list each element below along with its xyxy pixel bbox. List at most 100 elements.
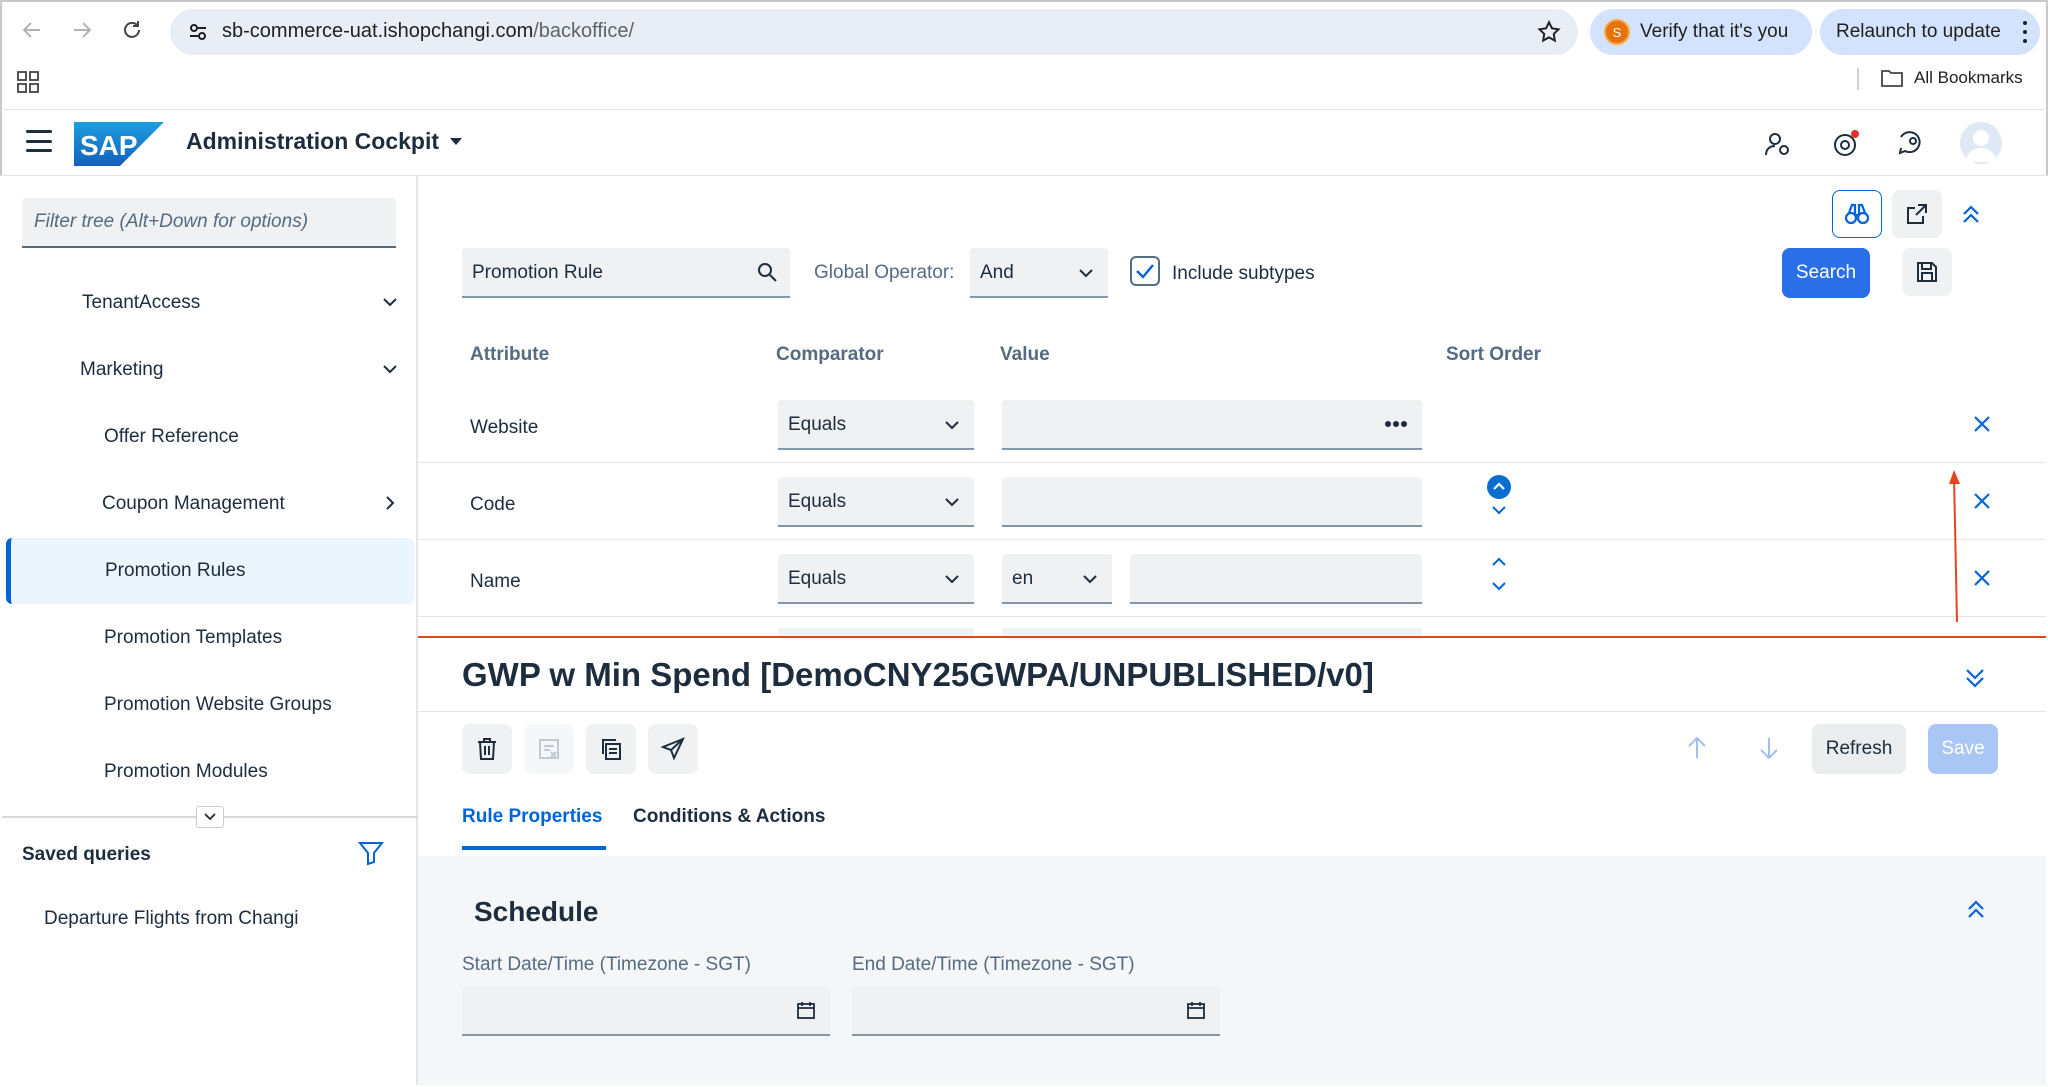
binoculars-icon: [1844, 203, 1870, 225]
save-disk-icon: [1917, 262, 1937, 282]
bookmark-star-icon[interactable]: [1536, 19, 1562, 45]
comparator-select-code[interactable]: Equals: [778, 477, 974, 527]
double-chevron-up-icon[interactable]: [1966, 898, 1986, 920]
language-select-name[interactable]: en: [1002, 554, 1112, 604]
chevron-down-icon: [945, 498, 959, 507]
refresh-button[interactable]: Refresh: [1812, 724, 1906, 774]
value-field-code[interactable]: [1002, 477, 1422, 527]
apps-grid-icon[interactable]: [16, 70, 40, 94]
filter-tree-input[interactable]: Filter tree (Alt+Down for options): [22, 198, 396, 248]
chevron-down-icon: [383, 298, 397, 307]
url-text: sb-commerce-uat.ishopchangi.com/backoffi…: [222, 20, 635, 42]
remove-row-icon[interactable]: [1970, 566, 1994, 590]
sort-descending-icon[interactable]: [1490, 580, 1508, 592]
save-button[interactable]: Save: [1928, 724, 1998, 774]
comparator-select-website[interactable]: Equals: [778, 400, 974, 450]
user-settings-icon[interactable]: [1762, 128, 1794, 160]
calendar-icon[interactable]: [796, 1000, 816, 1020]
save-query-button[interactable]: [1902, 248, 1952, 296]
editor-divider: [418, 711, 2046, 712]
chevron-down-icon: [1083, 575, 1097, 584]
clone-button[interactable]: [586, 724, 636, 774]
saved-query-item[interactable]: Departure Flights from Changi: [44, 908, 299, 930]
sort-ascending-icon[interactable]: [1490, 556, 1508, 568]
trash-icon: [478, 738, 496, 760]
shell-bar: SAP Administration Cockpit: [0, 110, 2048, 176]
address-bar[interactable]: sb-commerce-uat.ishopchangi.com/backoffi…: [170, 9, 1578, 55]
collapse-search-button[interactable]: [1946, 190, 1996, 238]
sidebar-item-tenantaccess[interactable]: TenantAccess: [6, 270, 414, 336]
user-avatar[interactable]: [1960, 122, 2002, 164]
end-date-input[interactable]: [852, 986, 1220, 1036]
relaunch-update-button[interactable]: Relaunch to update: [1820, 9, 2040, 55]
sidebar-item-coupon-management[interactable]: Coupon Management: [6, 471, 414, 537]
publish-button[interactable]: [648, 724, 698, 774]
back-arrow-icon[interactable]: [18, 16, 46, 44]
verify-identity-button[interactable]: S Verify that it's you: [1590, 9, 1812, 55]
export-icon: [1907, 204, 1927, 224]
calendar-icon[interactable]: [1186, 1000, 1206, 1020]
remove-row-icon[interactable]: [1970, 489, 1994, 513]
comparator-select-name[interactable]: Equals: [778, 554, 974, 604]
browser-menu-icon[interactable]: [2022, 21, 2028, 43]
row-divider: [418, 539, 2046, 540]
row-attribute-website: Website: [470, 417, 539, 438]
search-type-input[interactable]: Promotion Rule: [462, 248, 790, 298]
advanced-search-toggle[interactable]: [1832, 190, 1882, 238]
collapse-tree-button[interactable]: [196, 806, 224, 828]
more-options-icon[interactable]: [1384, 420, 1408, 428]
tab-conditions-actions[interactable]: Conditions & Actions: [633, 806, 825, 828]
sidebar-item-promotion-rules[interactable]: Promotion Rules: [6, 538, 414, 604]
profile-avatar-icon: S: [1604, 19, 1630, 45]
chevron-down-icon: [1079, 269, 1093, 278]
double-chevron-up-icon: [1963, 205, 1979, 223]
folder-icon: [1881, 70, 1903, 87]
caret-down-icon: [450, 137, 463, 145]
search-button[interactable]: Search: [1782, 248, 1870, 298]
double-chevron-down-icon[interactable]: [1964, 666, 1986, 690]
global-operator-select[interactable]: And: [970, 248, 1108, 298]
start-date-label: Start Date/Time (Timezone - SGT): [462, 954, 751, 975]
forward-arrow-icon[interactable]: [68, 16, 96, 44]
sidebar-item-marketing[interactable]: Marketing: [6, 337, 414, 403]
checkmark-icon: [1136, 264, 1154, 279]
row-attribute-code: Code: [470, 494, 516, 515]
value-field-name[interactable]: [1130, 554, 1422, 604]
include-subtypes-checkbox[interactable]: [1130, 256, 1160, 286]
sidebar-item-promotion-website-groups[interactable]: Promotion Website Groups: [6, 672, 414, 738]
arrow-down-icon[interactable]: [1758, 736, 1780, 760]
editor-title: GWP w Min Spend [DemoCNY25GWPA/UNPUBLISH…: [462, 656, 1374, 693]
clear-button[interactable]: [524, 724, 574, 774]
search-icon[interactable]: [756, 261, 778, 283]
row-divider: [418, 616, 2046, 617]
feedback-chat-icon[interactable]: [1896, 128, 1928, 160]
column-header-attribute: Attribute: [470, 344, 550, 365]
sidebar-item-offer-reference[interactable]: Offer Reference: [6, 404, 414, 470]
main-content: Promotion Rule Global Operator: And Incl…: [418, 176, 2046, 1085]
chevron-down-icon: [945, 421, 959, 430]
arrow-up-icon[interactable]: [1686, 736, 1708, 760]
reload-icon[interactable]: [118, 16, 146, 44]
sort-ascending-icon[interactable]: [1486, 474, 1512, 500]
bookmarks-divider: [1857, 68, 1859, 90]
sidebar-item-promotion-templates[interactable]: Promotion Templates: [6, 605, 414, 671]
column-header-value: Value: [1000, 344, 1050, 365]
start-date-input[interactable]: [462, 986, 830, 1036]
app-title-dropdown[interactable]: Administration Cockpit: [186, 128, 463, 155]
value-field-website[interactable]: [1002, 400, 1422, 450]
all-bookmarks-button[interactable]: All Bookmarks: [1880, 68, 2023, 88]
include-subtypes-label: Include subtypes: [1172, 263, 1315, 284]
partial-row-field: [778, 628, 974, 636]
tab-rule-properties[interactable]: Rule Properties: [462, 806, 602, 828]
site-settings-icon[interactable]: [186, 20, 210, 44]
delete-button[interactable]: [462, 724, 512, 774]
notifications-icon[interactable]: [1830, 128, 1862, 160]
sort-descending-icon[interactable]: [1490, 504, 1508, 516]
filter-funnel-icon[interactable]: [358, 840, 384, 866]
column-header-comparator: Comparator: [776, 344, 884, 365]
export-button[interactable]: [1892, 190, 1942, 238]
menu-hamburger-icon[interactable]: [26, 130, 52, 152]
remove-row-icon[interactable]: [1970, 412, 1994, 436]
sidebar-item-promotion-modules[interactable]: Promotion Modules: [6, 739, 414, 805]
navigation-panel: Filter tree (Alt+Down for options) Tenan…: [2, 176, 418, 1085]
